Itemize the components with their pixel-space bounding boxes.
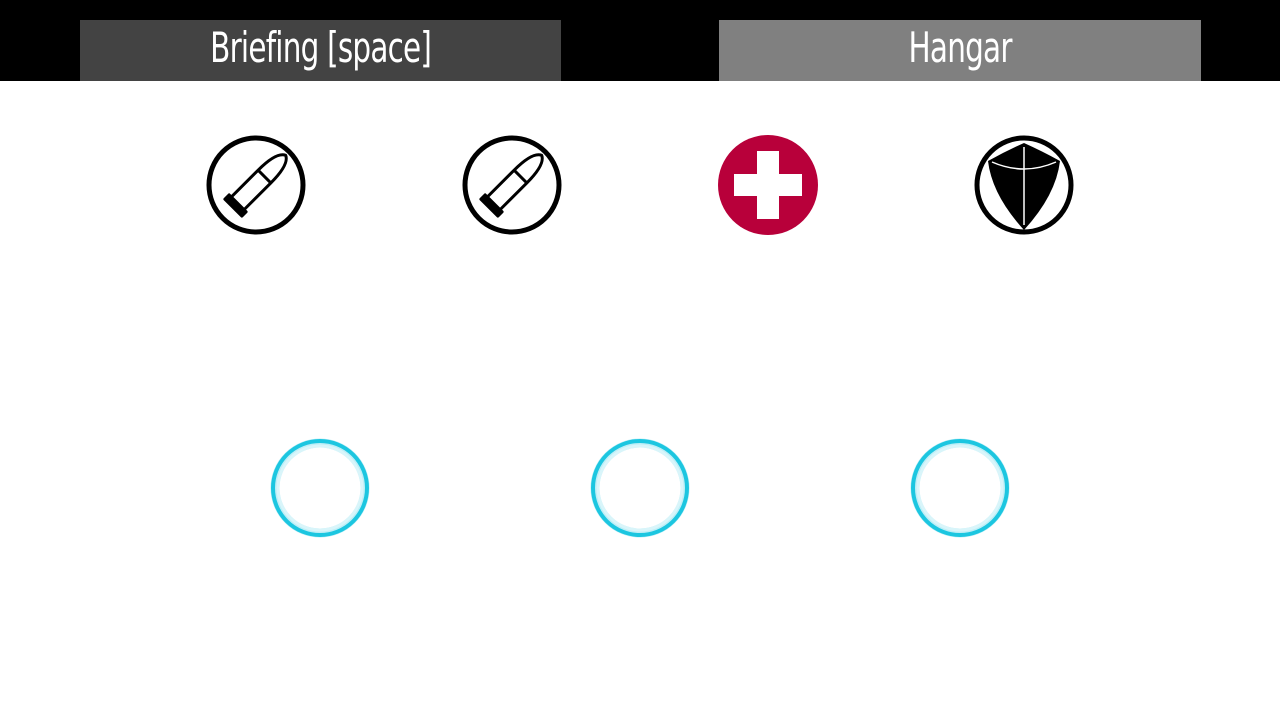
tab-hangar-label: Hangar [908, 23, 1012, 72]
item-slot-ammo-2[interactable] [462, 135, 562, 235]
medkit-cross-icon [718, 135, 818, 235]
game-screen: Briefing [space] Hangar [0, 0, 1280, 720]
tab-hangar[interactable]: Hangar [719, 20, 1201, 81]
item-slot-shield[interactable] [974, 135, 1074, 235]
empty-slot-ring-icon [270, 438, 370, 538]
item-slot-ammo-1[interactable] [206, 135, 306, 235]
shield-icon [974, 135, 1074, 235]
empty-slot-2[interactable] [590, 438, 690, 538]
bullet-icon [206, 135, 306, 235]
item-slot-health[interactable] [718, 135, 818, 235]
empty-slot-1[interactable] [270, 438, 370, 538]
empty-slot-3[interactable] [910, 438, 1010, 538]
bullet-icon [462, 135, 562, 235]
tab-briefing-label: Briefing [space] [210, 23, 432, 72]
empty-slot-ring-icon [590, 438, 690, 538]
tab-briefing[interactable]: Briefing [space] [80, 20, 561, 81]
top-bar: Briefing [space] Hangar [0, 0, 1280, 81]
empty-slot-ring-icon [910, 438, 1010, 538]
